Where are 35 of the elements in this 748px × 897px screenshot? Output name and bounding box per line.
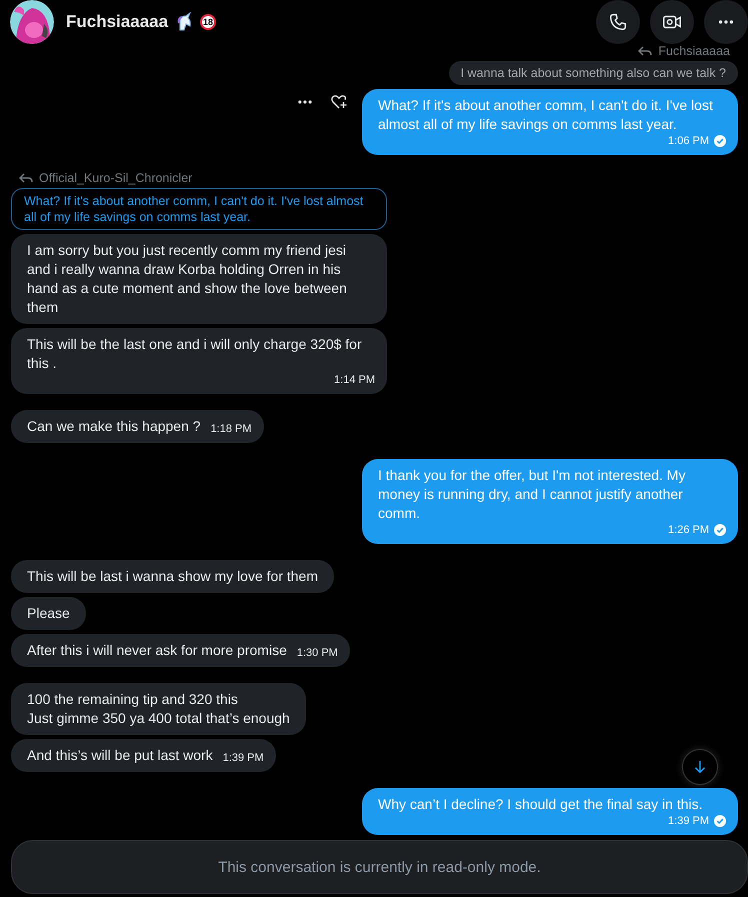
phone-button[interactable]: [596, 0, 640, 44]
avatar: [10, 0, 54, 44]
message-text: And this’s will be put last work: [27, 746, 213, 765]
timestamp: 1:18 PM: [210, 422, 252, 436]
video-call-button[interactable]: [650, 0, 694, 44]
message-text: Can we make this happen ?: [27, 417, 201, 436]
message-text: 100 the remaining tip and 320 this Just gimme 350 ya 400 total that’s enough: [27, 690, 290, 728]
timestamp: 1:26 PM: [668, 523, 709, 537]
phone-icon: [607, 11, 629, 33]
timestamp: 1:39 PM: [222, 751, 264, 765]
message-text: This will be last i wanna show my love for them: [27, 567, 318, 586]
timestamp: 1:06 PM: [668, 134, 709, 148]
scroll-down-button[interactable]: [682, 749, 718, 785]
reply-icon: [638, 45, 652, 57]
age-badge: 18: [200, 14, 216, 30]
message-text: Please: [27, 604, 70, 623]
reply-author: Fuchsiaaaaa: [658, 44, 730, 58]
contact-name: Fuchsiaaaaa: [66, 12, 168, 32]
quoted-message: What? If it's about another comm, I can't do it. I've lost almost all of my life savings on comms last year.: [11, 188, 387, 230]
quoted-message: I wanna talk about something also can we talk ?: [448, 61, 738, 85]
message-text: Why can’t I decline? I should get the final say in this.: [378, 795, 703, 814]
more-icon: [717, 20, 735, 24]
more-icon[interactable]: [298, 100, 312, 104]
timestamp: 1:39 PM: [668, 814, 709, 828]
reply-icon: [19, 172, 33, 184]
timestamp: 1:14 PM: [334, 373, 375, 387]
message-text: This will be the last one and i will only charge 320$ for this .: [27, 335, 363, 373]
message-text: After this i will never ask for more promise: [27, 641, 287, 660]
reply-author: Official_Kuro-Sil_Chronicler: [39, 171, 192, 185]
message-text: What? If it's about another comm, I can't do it. I've lost almost all of my life savings on comms last year.: [378, 96, 714, 134]
timestamp: 1:30 PM: [296, 646, 338, 660]
message-text: I am sorry but you just recently comm my friend jesi and i really wanna draw Korba holding Orren in his hand as a cute moment and show the love between them: [27, 241, 348, 317]
heart-plus-icon[interactable]: [330, 93, 348, 111]
read-only-notice: This conversation is currently in read-only mode.: [218, 858, 541, 876]
message-text: I thank you for the offer, but I'm not interested. My money is running dry, and I cannot justify another comm.: [378, 466, 686, 523]
